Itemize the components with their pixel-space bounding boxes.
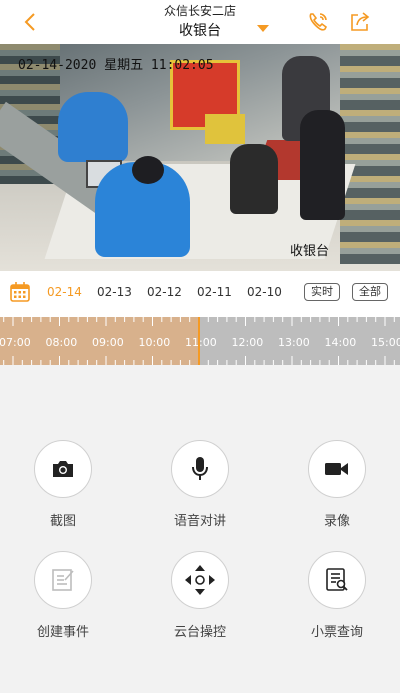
caret-down-icon xyxy=(257,25,269,32)
create-event-button[interactable] xyxy=(34,551,92,609)
timeline-hour-label: 15:00 xyxy=(371,336,400,349)
voice-action[interactable]: 语音对讲 xyxy=(145,440,255,529)
share-out-icon xyxy=(351,12,370,31)
phone-call-icon xyxy=(309,13,328,31)
video-scene-box xyxy=(205,114,245,144)
timeline-hour-label: 09:00 xyxy=(92,336,124,349)
camera-selector[interactable]: 收银台 xyxy=(179,21,221,41)
camera-dropdown[interactable] xyxy=(257,18,269,37)
date-bar: 02-14 02-13 02-12 02-11 02-10 实时 全部 xyxy=(0,271,400,317)
ptz-action[interactable]: 云台操控 xyxy=(145,551,255,640)
date-tab[interactable]: 02-13 xyxy=(97,285,132,299)
all-button[interactable]: 全部 xyxy=(352,283,388,301)
timeline-hour-label: 10:00 xyxy=(138,336,171,349)
dpad-icon xyxy=(185,565,215,595)
record-label: 录像 xyxy=(323,514,350,529)
create-event-action[interactable]: 创建事件 xyxy=(8,551,118,640)
date-tab[interactable]: 02-12 xyxy=(147,285,182,299)
live-button[interactable]: 实时 xyxy=(304,283,340,301)
date-tab[interactable]: 02-14 xyxy=(47,285,82,299)
receipt-search-icon xyxy=(326,568,348,591)
control-panel: 截图 语音对讲 录像 创建事件 云台操控 小票查询 xyxy=(0,365,400,693)
video-scene-head xyxy=(132,156,164,184)
ptz-label: 云台操控 xyxy=(173,625,226,640)
receipt-label: 小票查询 xyxy=(310,625,363,640)
video-scene-customer xyxy=(230,144,278,214)
date-tab[interactable]: 02-11 xyxy=(197,285,232,299)
top-bar: 众信长安二店 收银台 xyxy=(0,0,400,44)
calendar-button[interactable] xyxy=(9,281,31,303)
calendar-icon xyxy=(10,282,30,302)
screenshot-action[interactable]: 截图 xyxy=(8,440,118,529)
timeline-hour-label: 11:00 xyxy=(185,336,217,349)
screenshot-label: 截图 xyxy=(49,514,76,529)
voice-intercom-button[interactable] xyxy=(171,440,229,498)
screenshot-button[interactable] xyxy=(34,440,92,498)
edit-note-icon xyxy=(52,569,74,591)
record-action[interactable]: 录像 xyxy=(282,440,392,529)
call-button[interactable] xyxy=(306,10,330,34)
video-scene-customer xyxy=(300,110,345,220)
timeline-hour-label: 13:00 xyxy=(278,336,310,349)
video-feed[interactable]: 02-14-2020 星期五 11:02:05 收银台 xyxy=(0,44,400,271)
video-timestamp: 02-14-2020 星期五 11:02:05 xyxy=(18,58,214,73)
store-name: 众信长安二店 xyxy=(163,4,236,18)
video-camera-label: 收银台 xyxy=(290,244,330,259)
camera-name: 收银台 xyxy=(179,23,221,39)
record-button[interactable] xyxy=(308,440,366,498)
timeline-hour-label: 08:00 xyxy=(45,336,78,349)
receipt-query-button[interactable] xyxy=(308,551,366,609)
ptz-control-button[interactable] xyxy=(171,551,229,609)
timeline-hour-label: 14:00 xyxy=(324,336,357,349)
video-camera-icon xyxy=(325,463,348,475)
timeline-hour-label: 07:00 xyxy=(0,336,31,349)
microphone-icon xyxy=(192,457,208,480)
voice-label: 语音对讲 xyxy=(173,514,226,529)
share-button[interactable] xyxy=(348,10,372,34)
date-tab[interactable]: 02-10 xyxy=(247,285,282,299)
timeline-hour-label: 12:00 xyxy=(231,336,264,349)
camera-icon xyxy=(53,461,73,477)
receipt-action[interactable]: 小票查询 xyxy=(282,551,392,640)
playhead[interactable] xyxy=(198,317,200,365)
title-block: 众信长安二店 收银台 xyxy=(0,2,400,41)
video-scene-cashier-left xyxy=(58,92,128,162)
playback-timeline[interactable]: 07:00 08:00 09:00 10:00 11:00 12:00 13:00 14:00… xyxy=(0,317,400,365)
create-event-label: 创建事件 xyxy=(36,625,89,640)
video-scene-shelf-right xyxy=(340,44,400,264)
